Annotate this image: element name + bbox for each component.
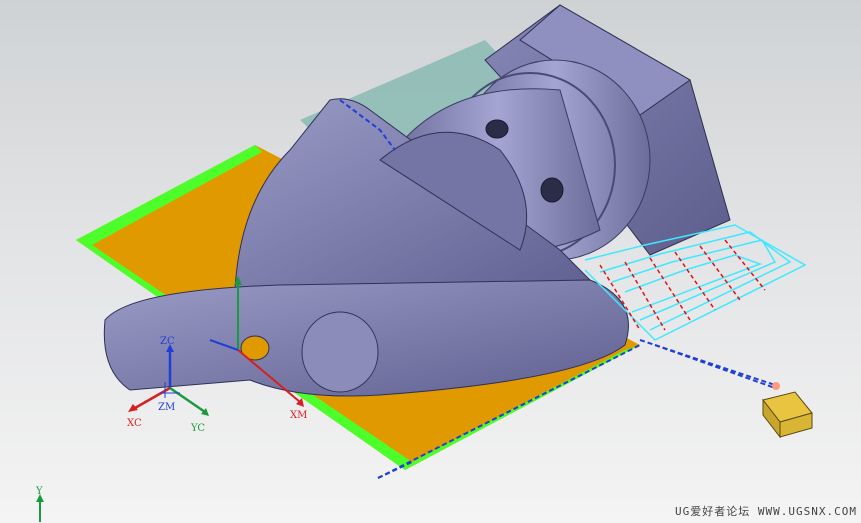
watermark: UG爱好者论坛 WWW.UGSNX.COM (675, 505, 857, 518)
zc-label: ZC (160, 336, 175, 347)
lobe-end-face (301, 311, 379, 393)
view-triad-icon (36, 494, 44, 522)
zm-label: ZM (158, 402, 175, 413)
graphics-viewport[interactable]: ZC XC YC ZM XM Y UG爱好者论坛 WWW.UGSNX.COM (0, 0, 861, 523)
bolt-hole-1 (485, 119, 509, 139)
yc-label: YC (190, 423, 205, 434)
xm-label: XM (290, 410, 307, 421)
bolt-hole-2 (540, 177, 564, 203)
xc-label: XC (127, 418, 142, 429)
cutter-tool-icon (762, 382, 813, 439)
model-scene[interactable]: ZC XC YC ZM XM Y (0, 0, 861, 523)
view-y-label: Y (35, 486, 43, 497)
